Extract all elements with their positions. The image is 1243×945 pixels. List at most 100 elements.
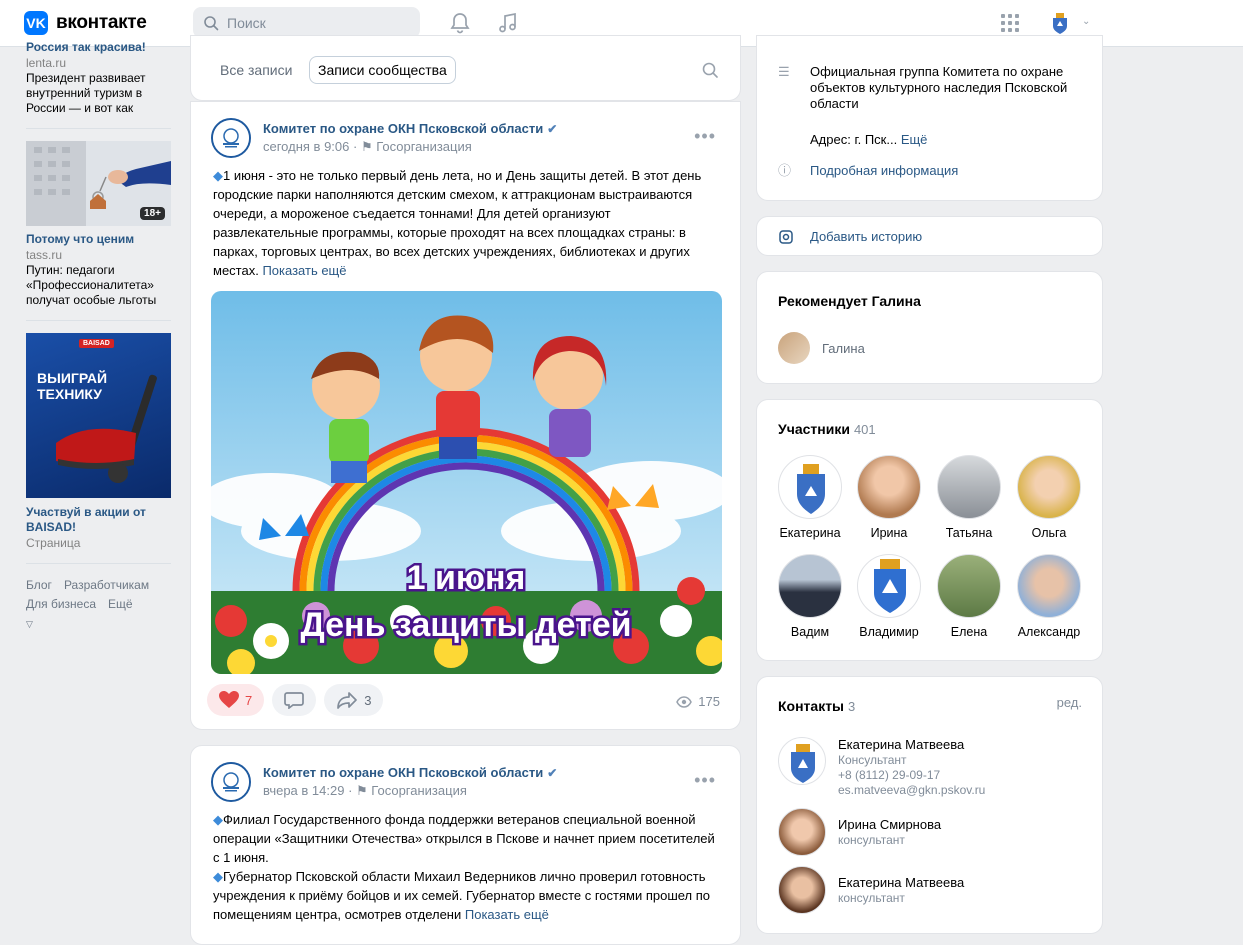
post-image-caption-2: День защиты детей bbox=[300, 606, 631, 644]
ad-item[interactable]: 18+ Потому что ценим tass.ru Путин: педа… bbox=[26, 141, 171, 308]
recommend-user[interactable]: Галина bbox=[778, 332, 865, 364]
member-name: Татьяна bbox=[945, 526, 993, 540]
apps-grid-icon[interactable] bbox=[1001, 14, 1019, 32]
divider bbox=[26, 563, 171, 564]
bell-icon[interactable] bbox=[450, 12, 470, 34]
search-icon[interactable] bbox=[702, 62, 718, 78]
search-input[interactable]: Поиск bbox=[193, 7, 420, 38]
details-link[interactable]: Подробная информация bbox=[810, 163, 958, 179]
post-author-name: Комитет по охране ОКН Псковской области bbox=[263, 765, 544, 780]
edit-contacts-link[interactable]: ред. bbox=[1057, 695, 1082, 710]
member-item[interactable]: Ольга bbox=[1013, 455, 1085, 540]
community-avatar[interactable] bbox=[211, 762, 251, 802]
recommend-title: Рекомендует Галина bbox=[778, 293, 921, 309]
search-icon bbox=[204, 15, 219, 30]
add-story-row[interactable]: Добавить историю bbox=[778, 229, 922, 245]
members-count: 401 bbox=[853, 422, 876, 437]
ad-image-baisad[interactable]: BAISAD ВЫИГРАЙ ТЕХНИКУ bbox=[26, 333, 171, 498]
description-row: ☰ Официальная группа Комитета по охране … bbox=[778, 64, 1090, 112]
ad-item[interactable]: Россия так красива! lenta.ru Президент р… bbox=[26, 40, 171, 116]
member-name: Вадим bbox=[790, 625, 830, 639]
contact-name[interactable]: Ирина Смирнова bbox=[838, 817, 941, 833]
contact-name[interactable]: Екатерина Матвеева bbox=[838, 875, 964, 891]
chevron-down-icon[interactable]: ⌄ bbox=[1082, 16, 1090, 27]
footer-link-dev[interactable]: Разработчикам bbox=[64, 578, 149, 592]
ad-image-keys[interactable]: 18+ bbox=[26, 141, 171, 226]
search-placeholder: Поиск bbox=[227, 14, 266, 31]
profile-avatar[interactable] bbox=[1047, 10, 1073, 36]
left-ads-column: Россия так красива! lenta.ru Президент р… bbox=[26, 40, 171, 634]
contact-phone: +8 (8112) 29-09-17 bbox=[838, 768, 941, 782]
address-text: Адрес: г. Пск... bbox=[810, 132, 898, 147]
ad-title[interactable]: Потому что ценим bbox=[26, 232, 171, 247]
member-item[interactable]: Екатерина bbox=[774, 455, 846, 540]
contact-role: консультант bbox=[838, 891, 905, 905]
member-item[interactable]: Александр bbox=[1013, 554, 1085, 639]
like-button[interactable]: 7 bbox=[207, 684, 265, 716]
avatar bbox=[937, 455, 1001, 519]
show-more-link[interactable]: Показать ещё bbox=[465, 907, 549, 922]
member-name: Владимир bbox=[859, 625, 919, 639]
contact-item[interactable]: Екатерина Матвеева консультант bbox=[778, 866, 964, 914]
add-story-card[interactable]: Добавить историю bbox=[756, 216, 1103, 256]
member-item[interactable]: Владимир bbox=[853, 554, 925, 639]
vk-logo[interactable]: VK вконтакте bbox=[24, 11, 147, 35]
share-button[interactable]: 3 bbox=[324, 684, 384, 716]
post-text: ◆1 июня - это не только первый день лета… bbox=[213, 166, 718, 280]
avatar bbox=[778, 866, 826, 914]
details-row[interactable]: ⓘ Подробная информация bbox=[778, 163, 958, 179]
address-more-link[interactable]: Ещё bbox=[901, 132, 928, 148]
footer-link-blog[interactable]: Блог bbox=[26, 578, 52, 592]
post-text: ◆Филиал Государственного фонда поддержки… bbox=[213, 810, 718, 924]
contact-name[interactable]: Екатерина Матвеева bbox=[838, 737, 985, 753]
post-time[interactable]: сегодня в 9:06 bbox=[263, 139, 349, 154]
post-author[interactable]: Комитет по охране ОКН Псковской области ✔ bbox=[263, 765, 557, 780]
community-info: ☰ Официальная группа Комитета по охране … bbox=[756, 35, 1103, 201]
contacts-title-label: Контакты bbox=[778, 698, 845, 714]
camera-icon bbox=[779, 230, 793, 244]
members-title[interactable]: Участники 401 bbox=[778, 421, 876, 437]
contact-item[interactable]: Екатерина Матвеева Консультант +8 (8112)… bbox=[778, 737, 985, 798]
ad-title[interactable]: Россия так красива! bbox=[26, 40, 171, 55]
post-meta: вчера в 14:29 · ⚑ Госорганизация bbox=[263, 783, 467, 798]
avatar bbox=[857, 554, 921, 618]
post-image[interactable]: 1 июня День защиты детей bbox=[211, 291, 722, 674]
community-avatar[interactable] bbox=[211, 118, 251, 158]
member-item[interactable]: Вадим bbox=[774, 554, 846, 639]
member-name: Александр bbox=[1017, 625, 1081, 639]
tab-community-posts[interactable]: Записи сообщества bbox=[309, 56, 456, 84]
ad-description: Путин: педагоги «Профессионалитета» полу… bbox=[26, 263, 157, 307]
footer-links: Блог Разработчикам Для бизнеса Ещё ▽ bbox=[26, 576, 171, 634]
avatar bbox=[778, 554, 842, 618]
more-options-icon[interactable]: ••• bbox=[694, 126, 716, 147]
ad-title[interactable]: Участвуй в акции от BAISAD! bbox=[26, 505, 171, 535]
ad-source: lenta.ru bbox=[26, 56, 67, 70]
footer-link-business[interactable]: Для бизнеса bbox=[26, 597, 96, 611]
member-item[interactable]: Татьяна bbox=[933, 455, 1005, 540]
ad-source: Страница bbox=[26, 536, 81, 550]
divider bbox=[26, 128, 171, 129]
chevron-down-icon: ▽ bbox=[26, 619, 33, 629]
recommend-card: Рекомендует Галина Галина bbox=[756, 271, 1103, 384]
contact-item[interactable]: Ирина Смирнова консультант bbox=[778, 808, 941, 856]
contacts-title[interactable]: Контакты 3 bbox=[778, 698, 855, 714]
member-name: Ирина bbox=[870, 526, 908, 540]
post-time[interactable]: вчера в 14:29 bbox=[263, 783, 344, 798]
music-icon[interactable] bbox=[498, 12, 518, 34]
more-options-icon[interactable]: ••• bbox=[694, 770, 716, 791]
flag-icon: ⚑ bbox=[360, 139, 373, 154]
flag-icon: ⚑ bbox=[356, 783, 368, 798]
show-more-link[interactable]: Показать ещё bbox=[262, 263, 346, 278]
member-item[interactable]: Елена bbox=[933, 554, 1005, 639]
post-org-type: Госорганизация bbox=[376, 139, 472, 154]
diamond-icon: ◆ bbox=[213, 168, 223, 183]
contact-email[interactable]: es.matveeva@gkn.pskov.ru bbox=[838, 783, 985, 798]
tab-all-posts[interactable]: Все записи bbox=[212, 56, 300, 84]
member-item[interactable]: Ирина bbox=[853, 455, 925, 540]
comment-button[interactable] bbox=[272, 684, 317, 716]
wall-post: Комитет по охране ОКН Псковской области ✔… bbox=[190, 745, 741, 945]
add-story-label: Добавить историю bbox=[810, 229, 923, 244]
ad-item[interactable]: BAISAD ВЫИГРАЙ ТЕХНИКУ Участвуй в акции … bbox=[26, 333, 171, 551]
post-author[interactable]: Комитет по охране ОКН Псковской области ✔ bbox=[263, 121, 557, 136]
wall-post: Комитет по охране ОКН Псковской области ✔… bbox=[190, 101, 741, 730]
